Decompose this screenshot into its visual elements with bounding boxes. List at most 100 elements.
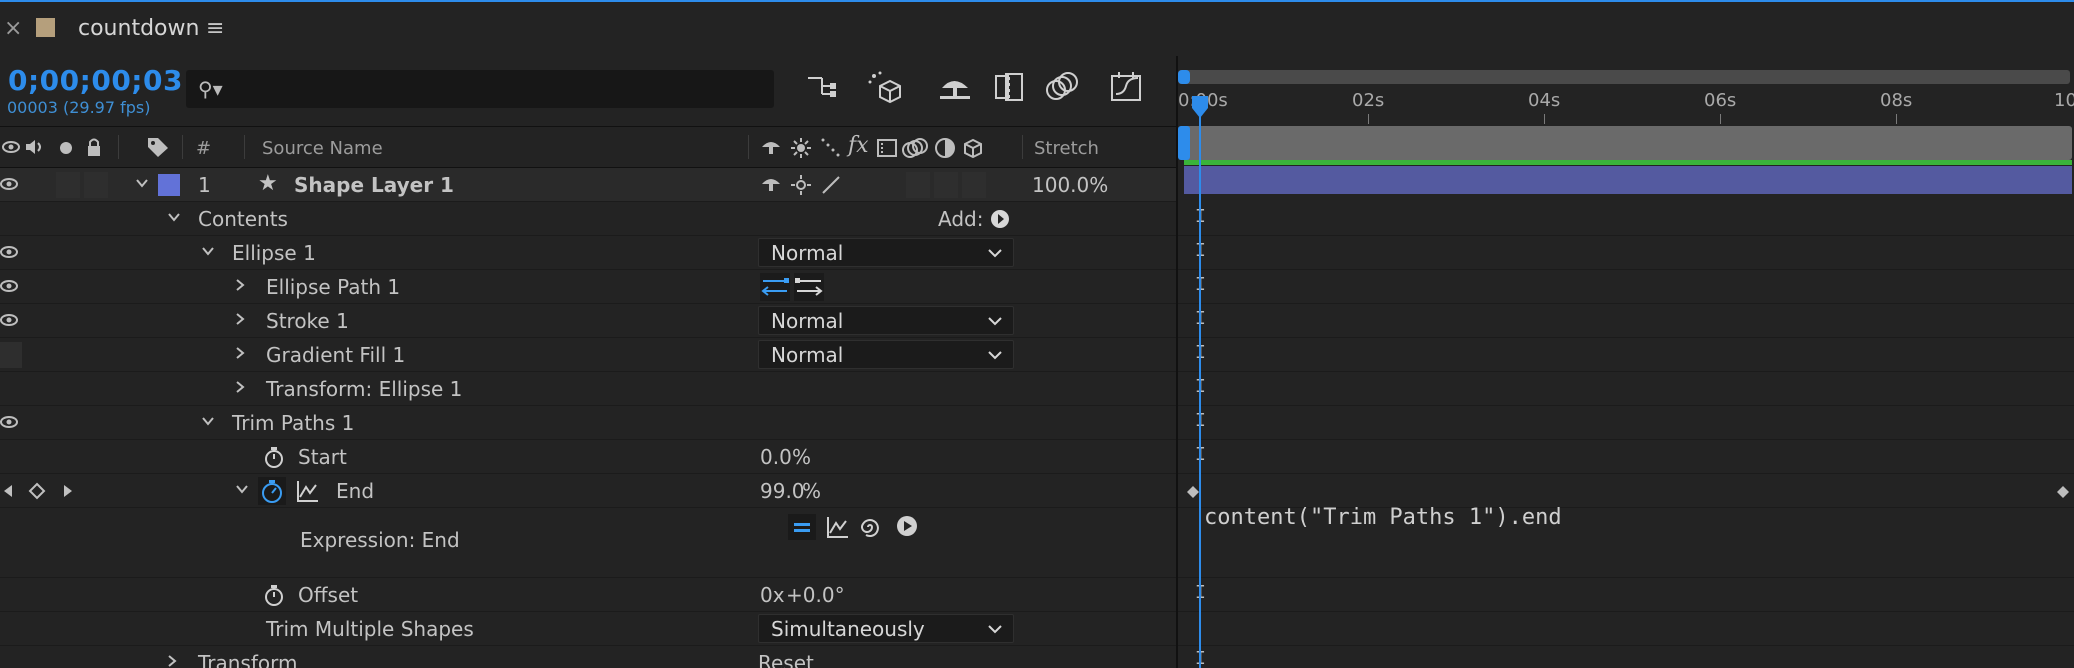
gradient-fill-1-row[interactable]: Gradient Fill 1 Normal [0,338,1176,372]
composition-tab-title[interactable]: countdown [78,16,199,41]
label-tag-icon[interactable] [146,136,170,162]
ellipse-1-blend-mode-select[interactable]: Normal [758,238,1014,267]
work-area-bar[interactable] [1184,126,2072,160]
shape-layer-1-duration-bar[interactable] [1184,166,2072,194]
start-value[interactable]: 0.0 [760,445,792,469]
motion-blur-switch-cell[interactable] [906,172,930,198]
path-direction-reverse-button[interactable] [760,273,790,301]
stroke-1-blend-mode-select[interactable]: Normal [758,306,1014,335]
expression-pick-whip-icon[interactable] [858,515,882,543]
path-direction-default-button[interactable] [794,273,824,301]
3d-switch-cell[interactable] [962,172,986,198]
ellipse-path-1-row[interactable]: Ellipse Path 1 [0,270,1176,304]
composition-mini-flowchart-icon[interactable] [802,70,842,104]
current-time-indicator-line[interactable] [1199,96,1201,668]
layer-visibility-icon[interactable] [0,176,18,192]
expression-end-row[interactable]: Expression: End [0,508,1176,578]
offset-property-row[interactable]: Offset 0x +0.0° [0,578,1176,612]
work-area-start-handle[interactable] [1178,126,1190,160]
stretch-column[interactable]: Stretch [1034,138,1099,159]
adjustment-switch-cell[interactable] [934,172,958,198]
stroke-1-visibility-icon[interactable] [0,312,18,328]
trim-paths-1-chevron-icon[interactable] [200,413,216,429]
adjustment-layer-switch-icon[interactable] [934,137,956,163]
time-navigator-bar[interactable] [1178,70,2070,84]
layer-collapse-switch-icon[interactable] [790,174,812,200]
effects-switch-icon[interactable]: fx [848,133,869,158]
solo-switch-icon[interactable] [60,142,72,154]
end-stopwatch-icon[interactable] [258,477,286,505]
current-time-indicator-head[interactable] [1190,94,1210,120]
layer-name[interactable]: Shape Layer 1 [294,173,454,197]
end-graph-icon[interactable] [296,479,320,507]
audio-switch-icon[interactable] [24,138,46,160]
ellipse-path-1-visibility-icon[interactable] [0,278,18,294]
frame-blending-icon[interactable] [992,70,1032,104]
layer-row-shape-layer-1[interactable]: 1 ★ Shape Layer 1 100.0% [0,168,1176,202]
gradient-fill-1-chevron-icon[interactable] [232,345,248,361]
offset-stopwatch-icon[interactable] [262,583,286,611]
offset-revolutions-value[interactable]: 0x [760,583,785,607]
layer-shy-switch-icon[interactable] [760,175,782,197]
add-keyframe-icon[interactable] [28,482,46,504]
quality-switch-icon[interactable] [820,137,842,163]
ellipse-1-group-row[interactable]: Ellipse 1 Normal [0,236,1176,270]
source-name-column[interactable]: Source Name [262,138,383,159]
expression-text-field[interactable]: content("Trim Paths 1").end [1204,505,1562,530]
stroke-1-chevron-icon[interactable] [232,311,248,327]
ellipse-1-visibility-icon[interactable] [0,244,18,260]
graph-editor-icon[interactable] [1108,70,1148,104]
trim-multiple-shapes-row[interactable]: Trim Multiple Shapes Simultaneously [0,612,1176,646]
end-chevron-icon[interactable] [234,481,250,497]
layer-search-input[interactable]: ⚲▾ [186,70,774,108]
offset-degrees-value[interactable]: +0.0° [786,583,845,607]
transform-ellipse-1-chevron-icon[interactable] [232,379,248,395]
stroke-1-row[interactable]: Stroke 1 Normal [0,304,1176,338]
gradient-fill-1-visibility-cell[interactable] [0,342,22,368]
current-timecode[interactable]: 0;00;00;03 [8,64,183,97]
video-switch-icon[interactable] [2,139,20,159]
end-property-row[interactable]: End 99.0 % [0,474,1176,508]
audio-switch-cell[interactable] [56,172,80,198]
contents-group-row[interactable]: Contents Add: [0,202,1176,236]
ellipse-path-1-chevron-icon[interactable] [232,277,248,293]
time-navigator-start-handle[interactable] [1178,70,1190,84]
expression-language-menu-button[interactable] [896,515,918,541]
shy-layers-icon[interactable] [936,70,976,104]
3d-layer-switch-icon[interactable] [962,137,984,163]
layer-label-color[interactable] [158,174,180,196]
lock-switch-cell[interactable] [84,172,108,198]
layer-expand-chevron-icon[interactable] [134,175,150,191]
expression-graph-icon[interactable] [826,515,850,543]
shy-switch-icon[interactable] [760,138,782,160]
end-keyframe-diamond-start[interactable] [1186,484,1200,503]
draft-3d-icon[interactable] [866,70,906,104]
next-keyframe-icon[interactable] [62,483,74,503]
frame-blend-switch-icon[interactable] [876,138,898,162]
collapse-switch-icon[interactable] [790,137,812,163]
layer-stretch-value[interactable]: 100.0% [1032,173,1108,197]
motion-blur-icon[interactable] [1042,70,1082,104]
panel-menu-icon[interactable]: ≡ [206,18,224,40]
layer-quality-switch-icon[interactable] [820,174,842,200]
transform-reset-link[interactable]: Reset [758,651,814,668]
transform-ellipse-1-row[interactable]: Transform: Ellipse 1 [0,372,1176,406]
layer-number-column[interactable]: # [196,138,211,159]
search-icon[interactable]: ⚲▾ [198,77,223,101]
trim-multiple-shapes-select[interactable]: Simultaneously [758,614,1014,643]
start-stopwatch-icon[interactable] [262,445,286,473]
expression-enable-toggle[interactable] [788,514,816,540]
previous-keyframe-icon[interactable] [2,483,14,503]
end-keyframe-diamond-end[interactable] [2056,484,2070,503]
gradient-fill-1-blend-mode-select[interactable]: Normal [758,340,1014,369]
end-value[interactable]: 99.0 [760,479,805,503]
transform-group-row[interactable]: Transform Reset [0,646,1176,668]
contents-chevron-icon[interactable] [166,209,182,225]
close-tab-icon[interactable]: × [4,16,22,41]
start-property-row[interactable]: Start 0.0 % [0,440,1176,474]
add-menu-button[interactable] [990,209,1010,233]
trim-paths-1-row[interactable]: Trim Paths 1 [0,406,1176,440]
trim-paths-1-visibility-icon[interactable] [0,414,18,430]
ellipse-1-chevron-icon[interactable] [200,243,216,259]
motion-blur-switch-icon[interactable] [902,137,928,163]
